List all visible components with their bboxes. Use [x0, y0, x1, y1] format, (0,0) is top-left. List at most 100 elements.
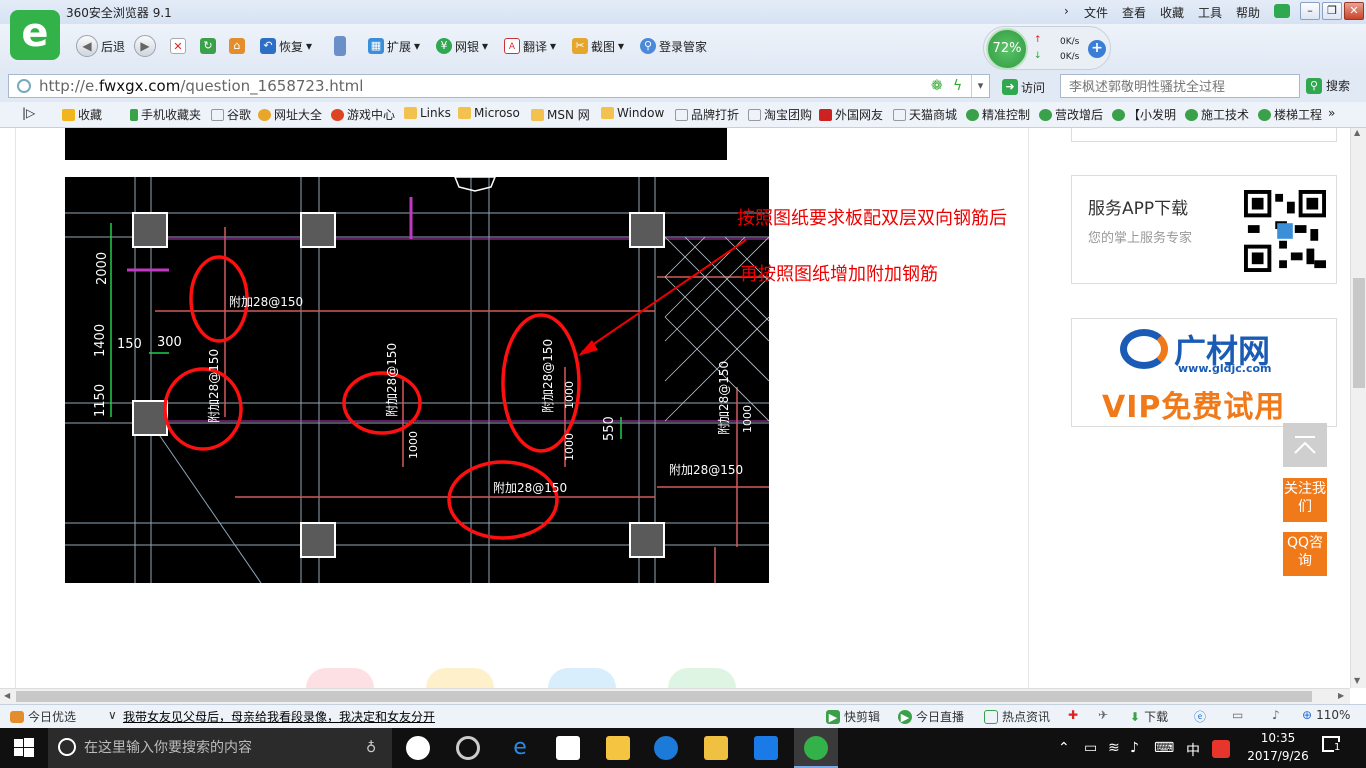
keyboard-icon[interactable]: ⌨ — [1154, 740, 1174, 756]
search-button[interactable]: ⚲ 搜索 — [1306, 77, 1350, 94]
screenshot-button[interactable]: ✂ 截图 ▾ — [572, 35, 624, 57]
edge-legacy-icon[interactable] — [456, 736, 480, 760]
taskview-app-icon[interactable] — [406, 736, 430, 760]
medical-icon[interactable]: ✚ — [1068, 708, 1078, 722]
bookmark-precision[interactable]: 精准控制 — [966, 106, 1030, 123]
scrollbar-thumb[interactable] — [1353, 278, 1365, 388]
clock-time[interactable]: 10:35 — [1247, 731, 1309, 745]
bookmark-stairs[interactable]: 楼梯工程 — [1258, 106, 1322, 123]
taskbar-search[interactable]: 在这里输入你要搜索的内容 ♁ — [48, 728, 392, 768]
ime-indicator[interactable]: 中 — [1186, 740, 1200, 760]
bookmark-construction[interactable]: 施工技术 — [1185, 106, 1249, 123]
quick-clip-button[interactable]: ▶ 快剪辑 — [826, 708, 880, 725]
stop-button[interactable]: ✕ — [170, 35, 186, 57]
extensions-button[interactable]: ▦ 扩展 ▾ — [368, 35, 420, 57]
scroll-up-icon[interactable]: ▲ — [1354, 128, 1360, 137]
bookmark-foreign[interactable]: 外国网友 — [819, 106, 883, 123]
volume-icon[interactable]: ♪ — [1272, 708, 1280, 722]
maximize-button[interactable]: ❐ — [1322, 2, 1342, 20]
qq-consult-button[interactable]: QQ咨询 — [1283, 532, 1327, 576]
menu-view[interactable]: 查看 — [1122, 4, 1146, 21]
bookmark-games[interactable]: 游戏中心 — [331, 106, 395, 123]
forward-button[interactable]: ▶ — [134, 35, 156, 57]
notes-app-icon[interactable] — [704, 736, 728, 760]
ie-icon[interactable]: ⓔ — [1194, 708, 1206, 725]
battery-icon[interactable]: ▭ — [1084, 740, 1097, 756]
visit-button[interactable]: ➜ 访问 — [1002, 76, 1045, 98]
chevron-down-icon[interactable]: ∨ — [108, 708, 117, 722]
nav-arrow-icon[interactable]: › — [1064, 4, 1069, 18]
back-button[interactable]: ◀ 后退 — [76, 35, 125, 57]
bookmark-vat[interactable]: 营改增后 — [1039, 106, 1103, 123]
scroll-down-icon[interactable]: ▼ — [1354, 676, 1360, 685]
restore-button[interactable]: ↶ 恢复 ▾ — [260, 35, 312, 57]
speed-mode-icon[interactable]: ϟ — [953, 75, 962, 97]
skin-icon[interactable] — [1274, 4, 1290, 18]
refresh-button[interactable]: ↻ — [200, 35, 216, 57]
news-ticker-link[interactable]: 我带女友见父母后，母亲给我看段录像，我决定和女友分开 — [123, 708, 435, 725]
category-circle-icon[interactable] — [426, 668, 494, 688]
live-button[interactable]: ▶ 今日直播 — [898, 708, 964, 725]
zoom-control[interactable]: ⊕ 110% — [1302, 708, 1350, 722]
security-icon[interactable]: ❁ — [931, 75, 943, 97]
bookmark-invention[interactable]: 【小发明 — [1112, 106, 1176, 123]
active-browser-task[interactable] — [794, 728, 838, 768]
horizontal-scrollbar[interactable]: ◀ ▶ — [0, 688, 1350, 704]
bookmark-brand-sale[interactable]: 品牌打折 — [675, 106, 739, 123]
bookmark-favorites[interactable]: 收藏 — [62, 106, 102, 123]
login-manager-button[interactable]: ⚲ 登录管家 — [640, 35, 707, 57]
speed-boost-button[interactable]: + — [1088, 40, 1106, 58]
url-dropdown-icon[interactable]: ▾ — [971, 75, 989, 97]
vertical-scrollbar[interactable]: ▲ ▼ — [1350, 128, 1366, 688]
window-icon[interactable]: ▭ — [1232, 708, 1243, 722]
bookmark-mobile[interactable]: 手机收藏夹 — [130, 106, 201, 123]
hot-news-button[interactable]: 热点资讯 — [984, 708, 1050, 725]
file-explorer-icon[interactable] — [606, 736, 630, 760]
microphone-icon[interactable]: ♁ — [366, 728, 376, 768]
bookmark-taobao[interactable]: 淘宝团购 — [748, 106, 812, 123]
address-bar[interactable]: http://e.fwxgx.com/question_1658723.html… — [8, 74, 990, 98]
bookmark-links[interactable]: Links — [404, 106, 451, 120]
glodon-app-icon[interactable] — [654, 736, 678, 760]
scroll-left-icon[interactable]: ◀ — [4, 691, 10, 700]
wifi-icon[interactable]: ≋ — [1108, 740, 1120, 756]
netbank-button[interactable]: ¥ 网银 ▾ — [436, 35, 488, 57]
remote-app-icon[interactable] — [754, 736, 778, 760]
browser-logo-icon[interactable]: e — [10, 10, 60, 60]
menu-favorites[interactable]: 收藏 — [1160, 4, 1184, 21]
sidebar-toggle-icon[interactable]: |▷ — [22, 106, 35, 120]
menu-tools[interactable]: 工具 — [1198, 4, 1222, 21]
bookmark-google[interactable]: 谷歌 — [211, 106, 251, 123]
back-to-top-button[interactable] — [1283, 423, 1327, 467]
sogou-icon[interactable] — [1212, 740, 1230, 758]
minimize-button[interactable]: – — [1300, 2, 1320, 20]
edge-icon[interactable]: e — [508, 736, 532, 760]
search-input[interactable] — [1060, 74, 1300, 98]
action-center-button[interactable]: 1 — [1322, 736, 1341, 755]
store-icon[interactable] — [556, 736, 580, 760]
pin-icon[interactable]: ✈ — [1098, 708, 1108, 722]
start-button[interactable] — [14, 738, 34, 761]
tray-expand-icon[interactable]: ⌃ — [1058, 740, 1070, 756]
menu-file[interactable]: 文件 — [1084, 4, 1108, 21]
bookmark-tmall[interactable]: 天猫商城 — [893, 106, 957, 123]
download-button[interactable]: ⬇ 下载 — [1130, 708, 1168, 725]
clock-date[interactable]: 2017/9/26 — [1247, 749, 1309, 763]
home-button[interactable]: ⌂ — [229, 35, 245, 57]
speaker-icon[interactable]: ♪ — [1130, 740, 1139, 756]
bookmark-msn[interactable]: MSN 网 — [531, 106, 590, 123]
bookmark-microsoft[interactable]: Microso — [458, 106, 520, 120]
category-circle-icon[interactable] — [306, 668, 374, 688]
bookmark-windows[interactable]: Window — [601, 106, 664, 120]
today-picks-button[interactable]: 今日优选 — [10, 708, 76, 725]
close-button[interactable]: ✕ — [1344, 2, 1364, 20]
translate-button[interactable]: A 翻译 ▾ — [504, 35, 556, 57]
follow-us-button[interactable]: 关注我们 — [1283, 478, 1327, 522]
category-circle-icon[interactable] — [668, 668, 736, 688]
scroll-right-icon[interactable]: ▶ — [1338, 691, 1344, 700]
network-speed-widget[interactable]: 72% ↑ ↓ 0K/s 0K/s + — [983, 26, 1111, 70]
scrollbar-thumb[interactable] — [16, 691, 1312, 702]
more-bookmarks-icon[interactable]: » — [1328, 106, 1335, 120]
menu-help[interactable]: 帮助 — [1236, 4, 1260, 21]
bookmark-sites[interactable]: 网址大全 — [258, 106, 322, 123]
